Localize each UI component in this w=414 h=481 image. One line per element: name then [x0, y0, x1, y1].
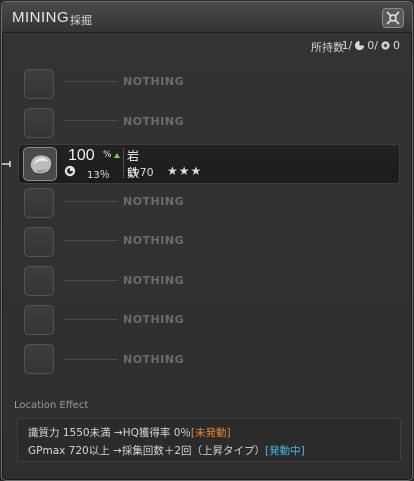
- holdings-prefix: 1/: [341, 39, 353, 52]
- item-slot-4[interactable]: [24, 188, 54, 218]
- effect-1-text: 識質力 1550未満 →HQ獲得率 0％: [28, 427, 191, 439]
- nothing-label-1: NOTHING: [123, 75, 185, 88]
- nothing-label-6: NOTHING: [123, 313, 185, 326]
- item-slot-2[interactable]: [24, 108, 54, 138]
- nothing-label-4: NOTHING: [123, 234, 185, 247]
- collectable-count: 0: [393, 39, 400, 52]
- divider-line: [64, 120, 118, 121]
- divider-line: [64, 240, 118, 241]
- hq-rate-value: 13％: [87, 170, 110, 181]
- rate-up-arrow-icon: [114, 153, 120, 158]
- divider-line: [64, 359, 118, 360]
- effect-1-status: [未発動]: [190, 427, 231, 439]
- location-effect-panel: 識質力 1550未満 →HQ獲得率 0％[未発動] GPmax 720以上 →採…: [17, 418, 401, 462]
- settings-close-icon[interactable]: [382, 8, 404, 28]
- hq-rate-icon: [64, 165, 76, 177]
- effect-line-1: 識質力 1550未満 →HQ獲得率 0％[未発動]: [28, 425, 231, 440]
- hq-count: 0/: [367, 39, 378, 52]
- nothing-label-3: NOTHING: [123, 195, 185, 208]
- gather-rate-value: 100: [68, 147, 95, 164]
- window-subtitle: 採掘: [70, 14, 92, 27]
- effect-2-status: [発動中]: [265, 445, 305, 457]
- divider-line: [64, 81, 118, 82]
- collectable-icon: [381, 41, 390, 50]
- item-slot-7[interactable]: [24, 305, 54, 335]
- nothing-label-2: NOTHING: [123, 115, 185, 128]
- divider: [123, 148, 124, 178]
- item-level: Lv70: [127, 166, 154, 179]
- divider-line: [64, 280, 118, 281]
- title-bar[interactable]: MINING 採掘: [2, 2, 412, 33]
- nothing-label-5: NOTHING: [123, 274, 185, 287]
- item-stars: ★★★: [167, 164, 203, 178]
- mining-window: MINING 採掘 所持数 1/ 0/ 0 NOTHING NOTHING 10…: [1, 1, 413, 481]
- location-effect-title: Location Effect: [14, 400, 89, 411]
- effect-2-text: GPmax 720以上 →採集回数＋2回（上昇タイプ）: [28, 445, 266, 457]
- item-slot-6[interactable]: [24, 266, 54, 296]
- nothing-label-7: NOTHING: [123, 353, 185, 366]
- hq-icon: [355, 40, 365, 51]
- window-title: MINING: [12, 9, 70, 26]
- holdings-counts: 1/ 0/ 0: [342, 39, 400, 52]
- effect-line-2: GPmax 720以上 →採集回数＋2回（上昇タイプ）[発動中]: [28, 443, 305, 458]
- item-slot-5[interactable]: [24, 227, 54, 257]
- divider-line: [64, 201, 118, 202]
- item-slot-8[interactable]: [24, 344, 54, 374]
- gather-rate-unit: %: [103, 150, 112, 160]
- iron-ore-icon[interactable]: [23, 147, 57, 181]
- divider-line: [64, 319, 118, 320]
- holdings-label: 所持数: [311, 41, 344, 54]
- selection-cursor-icon: [2, 161, 11, 167]
- item-slot-1[interactable]: [24, 69, 54, 99]
